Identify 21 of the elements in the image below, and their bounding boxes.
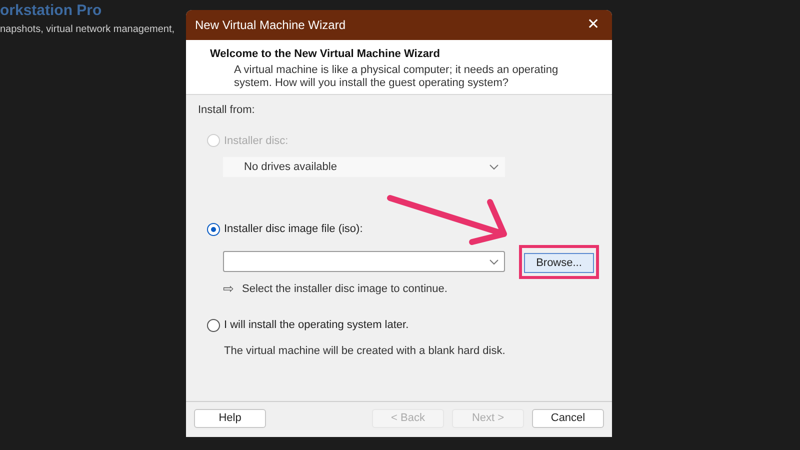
radio-label: Installer disc image file (iso): <box>224 222 363 237</box>
window-title: New Virtual Machine Wizard <box>195 17 346 34</box>
install-from-label: Install from: <box>198 103 256 118</box>
chevron-down-icon <box>489 164 499 170</box>
dialog-button[interactable]: Cancel <box>532 409 604 428</box>
background-text: napshots, virtual network management, <box>0 23 175 37</box>
browse-button[interactable]: Browse... <box>524 252 594 273</box>
background-heading: orkstation Pro <box>0 2 102 20</box>
hint-arrow-icon: ⇨ <box>223 282 234 296</box>
radio-label: Installer disc: <box>224 134 288 148</box>
close-button[interactable]: ✕ <box>583 14 604 36</box>
option-note: The virtual machine will be created with a blank hard disk. <box>224 344 506 358</box>
dialog-button[interactable]: Help <box>194 409 266 428</box>
header-title: Welcome to the New Virtual Machine Wizard <box>210 47 441 62</box>
radio-button[interactable] <box>207 318 220 332</box>
radio-label: I will install the operating system later. <box>224 318 409 333</box>
iso-path-combobox[interactable] <box>223 251 505 272</box>
hint-text: Select the installer disc image to continue. <box>242 282 448 296</box>
header-description: A virtual machine is like a physical computer; it needs an operating system. How will you install the guest operating system? <box>233 64 560 90</box>
chevron-down-icon <box>489 258 499 264</box>
radio-button[interactable] <box>207 222 220 236</box>
